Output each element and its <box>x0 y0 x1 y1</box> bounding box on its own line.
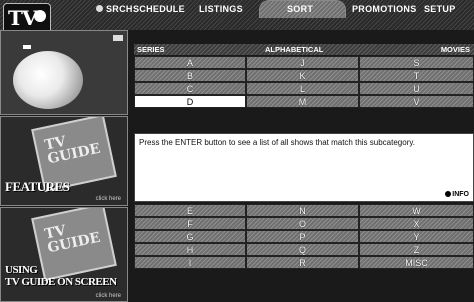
letter-cell-k[interactable]: K <box>246 69 359 82</box>
sort-header-row: SERIES ALPHABETICAL MOVIES <box>134 44 474 55</box>
letter-cell-y[interactable]: Y <box>359 230 474 243</box>
letter-cell-w[interactable]: W <box>359 204 474 217</box>
search-icon[interactable] <box>96 5 103 12</box>
letter-cell-r[interactable]: R <box>246 256 359 269</box>
promo-features[interactable]: TV GUIDE FEATURES click here <box>0 116 128 206</box>
menu-setup[interactable]: SETUP <box>424 4 456 14</box>
logo-dot <box>34 10 46 22</box>
promo-using-click: click here <box>95 293 121 299</box>
description-box: Press the ENTER button to see a list of … <box>134 133 474 202</box>
letter-cell-b[interactable]: B <box>134 69 246 82</box>
letter-cell-j[interactable]: J <box>246 56 359 69</box>
letter-cell-c[interactable]: C <box>134 82 246 95</box>
promo-using-line1: USING <box>5 264 38 276</box>
promo-features-click: click here <box>95 196 121 202</box>
letter-cell-a[interactable]: A <box>134 56 246 69</box>
preview-marker <box>23 45 31 49</box>
description-text: Press the ENTER button to see a list of … <box>139 138 415 147</box>
menu-schedule[interactable]: SCHEDULE <box>133 4 185 14</box>
letter-cell-s[interactable]: S <box>359 56 474 69</box>
menu-listings[interactable]: LISTINGS <box>199 4 243 14</box>
letter-cell-g[interactable]: G <box>134 230 246 243</box>
letter-cell-e[interactable]: E <box>134 204 246 217</box>
letter-cell-n[interactable]: N <box>246 204 359 217</box>
preview-mini-icon <box>113 35 123 41</box>
letter-cell-t[interactable]: T <box>359 69 474 82</box>
video-preview-window[interactable] <box>0 30 128 115</box>
letter-cell-l[interactable]: L <box>246 82 359 95</box>
letter-cell-i[interactable]: I <box>134 256 246 269</box>
letter-cell-v[interactable]: V <box>359 95 474 108</box>
letter-cell-u[interactable]: U <box>359 82 474 95</box>
menu-promotions[interactable]: PROMOTIONS <box>352 4 417 14</box>
promo-features-title: FEATURES <box>5 179 70 194</box>
menu-search[interactable]: SRCH <box>106 4 133 14</box>
letter-cell-p[interactable]: P <box>246 230 359 243</box>
promo-using-line2: TV GUIDE ON SCREEN <box>5 276 117 288</box>
preview-image <box>13 51 83 109</box>
letter-cell-q[interactable]: Q <box>246 243 359 256</box>
tv-guide-promo-icon: TV GUIDE <box>31 208 117 281</box>
letter-cell-h[interactable]: H <box>134 243 246 256</box>
info-icon <box>445 191 452 198</box>
menu-sort[interactable]: SORT <box>287 4 313 14</box>
letter-cell-z[interactable]: Z <box>359 243 474 256</box>
logo-text: TV <box>8 6 37 30</box>
promo-using-tv-guide[interactable]: TV GUIDE USING TV GUIDE ON SCREEN click … <box>0 207 128 302</box>
info-button[interactable]: INFO <box>445 191 469 198</box>
letter-cell-x[interactable]: X <box>359 217 474 230</box>
letter-cell-misc[interactable]: MISC <box>359 256 474 269</box>
header-alphabetical: ALPHABETICAL <box>265 45 324 54</box>
letter-cell-o[interactable]: O <box>246 217 359 230</box>
letter-cell-m[interactable]: M <box>246 95 359 108</box>
header-series[interactable]: SERIES <box>137 44 165 55</box>
header-movies[interactable]: MOVIES <box>441 44 470 55</box>
letter-cell-f[interactable]: F <box>134 217 246 230</box>
letter-cell-selected[interactable]: D <box>134 95 246 108</box>
